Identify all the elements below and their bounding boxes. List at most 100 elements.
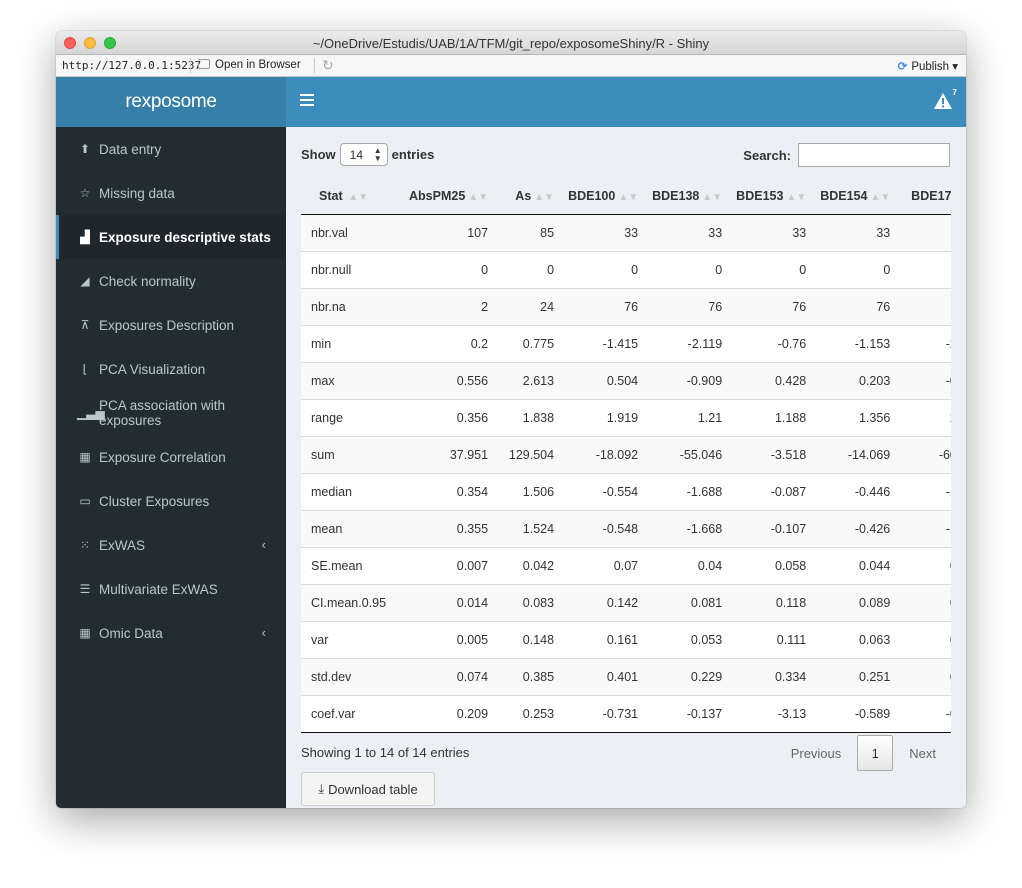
table-row: sum 37.951 129.504 -18.092 -55.046 -3.518 -14.… (301, 435, 951, 473)
table-row: nbr.val10785333333333 (301, 213, 951, 251)
area-chart-icon: ◢ (80, 274, 90, 288)
table-row: nbr.na224767676767 (301, 287, 951, 325)
sidebar-item-missing-data[interactable]: ☆ Missing data (56, 171, 286, 215)
table-cell: 33 (648, 213, 733, 251)
page-1-button[interactable]: 1 (857, 735, 894, 771)
grid-icon: ▦ (79, 626, 91, 640)
line-chart-icon: ⌊ (82, 362, 88, 376)
table-cell: 0.253 (498, 694, 565, 733)
list-icon: ☰ (79, 582, 91, 596)
grid-icon: ▦ (79, 450, 91, 464)
table-cell: -0.589 (816, 694, 901, 733)
sidebar-item-label: Exposure Correlation (99, 449, 226, 465)
entries-select[interactable]: 14 ▲ ▼ (339, 143, 388, 166)
table-cell: -0.76 (732, 324, 817, 362)
browser-icon (198, 59, 210, 69)
sidebar-toggle-icon[interactable] (300, 94, 314, 109)
column-header[interactable]: BDE17▲▼ (900, 179, 951, 215)
table-cell: 0.089 (816, 583, 901, 621)
table-cell: 0 (564, 250, 649, 288)
table-cell: 1.506 (498, 472, 565, 510)
laptop-icon: ▭ (79, 494, 91, 508)
row-stat-label: sum (301, 435, 405, 473)
entries-select-value: 14 (349, 147, 364, 162)
sidebar-item-label: Multivariate ExWAS (99, 581, 218, 597)
table-cell: 0.209 (405, 694, 499, 733)
sidebar-item-exposure-descriptive-stats[interactable]: ▟ Exposure descriptive stats (56, 215, 286, 259)
table-row: coef.var 0.209 0.253 -0.731 -0.137 -3.13 -0.58… (301, 694, 951, 733)
column-header[interactable]: BDE154 ▲▼ (816, 179, 901, 215)
column-header[interactable]: Stat ▲▼ (301, 179, 405, 215)
table-row: mean0.3551.524-0.548-1.668-0.107-0.426-1… (301, 509, 951, 547)
next-page-button[interactable]: Next (893, 746, 952, 761)
publish-button[interactable]: ⟳ Publish ▾ (898, 59, 958, 73)
column-header[interactable]: BDE153 ▲▼ (732, 179, 817, 215)
sidebar-item-omic-data[interactable]: ▦ Omic Data ‹ (56, 611, 286, 655)
previous-page-button[interactable]: Previous (775, 746, 858, 761)
table-row: CI.mean.0.95 0.014 0.083 0.142 0.081 0.118 0.0… (301, 583, 951, 621)
table-cell: -1.83 (900, 509, 951, 547)
column-header[interactable]: BDE138 ▲▼ (648, 179, 733, 215)
warning-icon[interactable] (934, 93, 952, 109)
sidebar-item-cluster-exposures[interactable]: ▭ Cluster Exposures (56, 479, 286, 523)
sort-icon: ▲▼ (870, 192, 891, 204)
table-cell: 0.118 (732, 583, 817, 621)
title-bar: ~/OneDrive/Estudis/UAB/1A/TFM/git_repo/e… (56, 31, 966, 55)
table-cell: 0.042 (498, 546, 565, 584)
sidebar-item-label: Exposure descriptive stats (99, 229, 271, 245)
refresh-icon[interactable]: ↻ (322, 57, 334, 74)
pagination: Previous 1 Next (775, 735, 952, 771)
table-cell: 0.203 (816, 361, 901, 399)
alert-count-badge: 7 (952, 88, 957, 97)
sidebar-item-label: Exposures Description (99, 317, 235, 333)
table-cell: 1.524 (498, 509, 565, 547)
signal-icon: ▁▃▅ (77, 406, 105, 420)
sidebar: ⬆ Data entry ☆ Missing data ▟ Exposure d… (56, 127, 286, 808)
table-cell: 0 (405, 250, 499, 288)
sidebar-item-label: Cluster Exposures (99, 493, 210, 509)
sidebar-item-exposures-description[interactable]: ⊼ Exposures Description (56, 303, 286, 347)
sidebar-item-label: PCA association with exposures (99, 398, 226, 428)
stats-table-container[interactable]: Stat ▲▼ AbsPM25 ▲▼ As ▲▼ BDE100 ▲▼ BDE138 ▲▼… (301, 179, 951, 737)
table-row: median 0.354 1.506 -0.554 -1.688 -0.087 -0.446… (301, 472, 951, 510)
sidebar-item-exwas[interactable]: ⁙ ExWAS ‹ (56, 523, 286, 567)
sidebar-item-multivariate-exwas[interactable]: ☰ Multivariate ExWAS (56, 567, 286, 611)
sidebar-item-exposure-correlation[interactable]: ▦ Exposure Correlation (56, 435, 286, 479)
column-header[interactable]: BDE100 ▲▼ (564, 179, 649, 215)
search-input[interactable] (798, 143, 950, 167)
table-cell: 1.21 (648, 398, 733, 436)
sidebar-item-pca-visualization[interactable]: ⌊ PCA Visualization (56, 347, 286, 391)
table-cell: 3 (900, 213, 951, 251)
table-cell: -0.19 (900, 694, 951, 733)
table-cell: 76 (648, 287, 733, 325)
table-cell: -2.30 (900, 324, 951, 362)
table-cell: 0.2 (405, 324, 499, 362)
window-title: ~/OneDrive/Estudis/UAB/1A/TFM/git_repo/e… (312, 36, 710, 51)
sidebar-item-pca-association[interactable]: ▁▃▅ PCA association with exposures (56, 391, 286, 435)
table-cell: -1.153 (816, 324, 901, 362)
table-cell: 1.188 (732, 398, 817, 436)
table-cell: 0.058 (732, 546, 817, 584)
table-cell: 0.148 (498, 620, 565, 658)
column-header[interactable]: AbsPM25 ▲▼ (405, 179, 499, 215)
row-stat-label: mean (301, 509, 405, 547)
table-cell: 0.04 (648, 546, 733, 584)
table-cell: 0 (648, 250, 733, 288)
toolbar-divider (190, 58, 191, 73)
sort-icon: ▲▼ (534, 192, 555, 204)
app-logo[interactable]: rexposome (56, 77, 286, 127)
sort-icon: ▲▼ (345, 192, 369, 204)
sort-icon: ▲▼ (702, 192, 723, 204)
show-label: Show (301, 147, 336, 162)
table-cell: 0.044 (816, 546, 901, 584)
sidebar-item-data-entry[interactable]: ⬆ Data entry (56, 127, 286, 171)
sidebar-item-check-normality[interactable]: ◢ Check normality (56, 259, 286, 303)
download-table-button[interactable]: ⤓ Download table (301, 772, 435, 806)
table-cell: -1.87 (900, 472, 951, 510)
column-header[interactable]: As ▲▼ (498, 179, 565, 215)
sort-icon: ▲▼ (786, 192, 807, 204)
table-cell: 107 (405, 213, 499, 251)
url-display: http://127.0.0.1:5237 (62, 59, 202, 72)
table-search: Search: (743, 143, 950, 167)
open-in-browser-button[interactable]: Open in Browser (198, 59, 301, 71)
